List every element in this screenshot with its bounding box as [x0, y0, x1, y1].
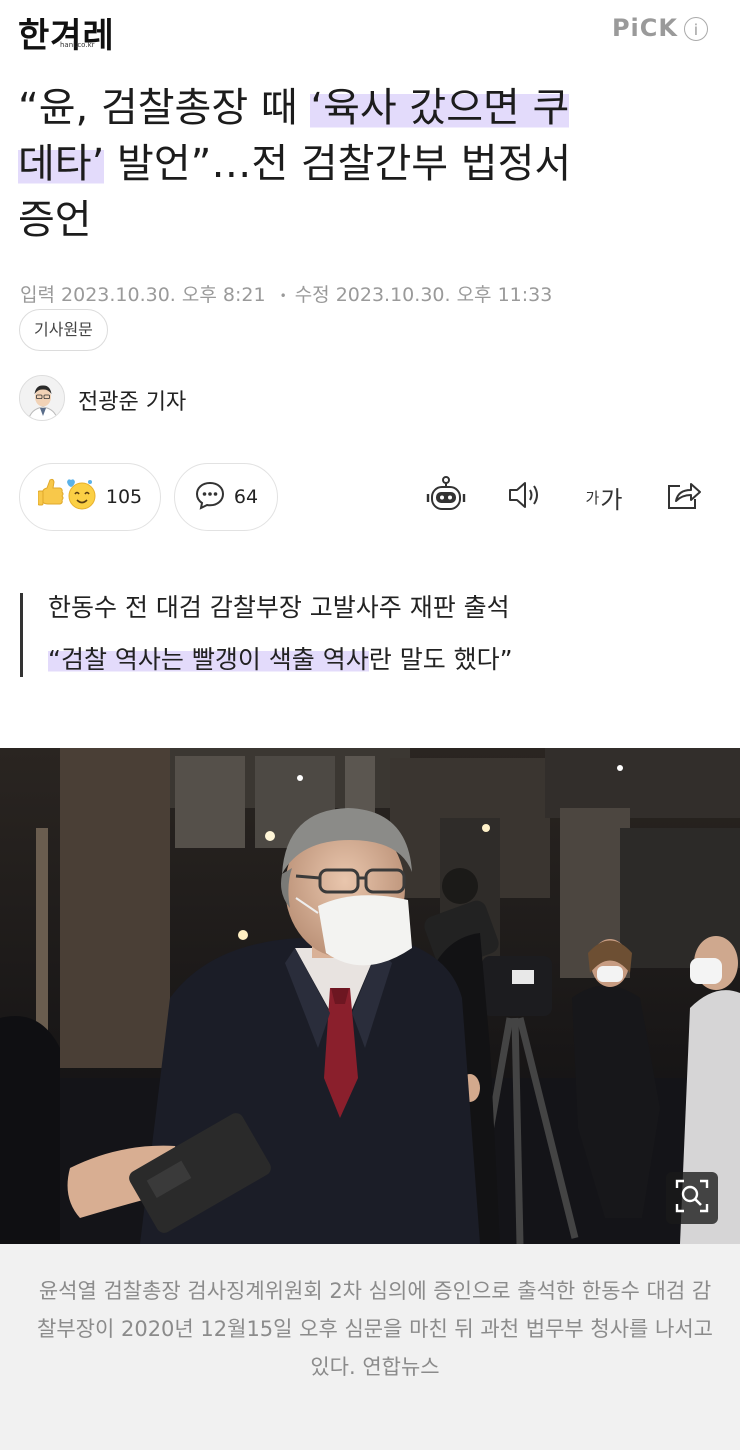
- zoom-photo-button[interactable]: [666, 1172, 718, 1224]
- hankyoreh-logo[interactable]: 한겨레: [18, 8, 115, 57]
- reaction-count: 105: [105, 486, 143, 508]
- comment-icon: [194, 480, 226, 515]
- share-button[interactable]: [662, 475, 706, 519]
- article-title: “윤, 검찰총장 때 ‘육사 갔으면 쿠 데타’ 발언”…전 검찰간부 법정서 …: [18, 80, 718, 248]
- comment-button[interactable]: 64: [174, 463, 278, 531]
- title-line-3: 증언: [18, 197, 92, 243]
- original-article-button[interactable]: 기사원문: [19, 309, 108, 351]
- reporter-name[interactable]: 전광준 기자: [78, 384, 186, 416]
- info-icon[interactable]: i: [684, 17, 708, 41]
- reaction-button[interactable]: 105: [19, 463, 161, 531]
- summary-bot-icon: [425, 474, 467, 520]
- zoom-icon: [674, 1178, 710, 1218]
- reaction-emoji-icon: [37, 477, 98, 518]
- article-timestamps: 입력 2023.10.30. 오후 8:21 • 수정 2023.10.30. 오…: [20, 280, 552, 307]
- subtitle-line-2: “검찰 역사는 빨갱이 색출 역사란 말도 했다”: [48, 645, 513, 674]
- comment-count: 64: [233, 486, 259, 508]
- modified-time: 2023.10.30. 오후 11:33: [335, 284, 553, 306]
- speaker-icon: [505, 478, 545, 516]
- text-to-speech-button[interactable]: [503, 475, 547, 519]
- font-size-button[interactable]: 가가: [580, 475, 628, 519]
- title-line-1: “윤, 검찰총장 때 ‘육사 갔으면 쿠: [18, 85, 570, 131]
- reporter-avatar[interactable]: [19, 375, 65, 421]
- share-icon: [664, 477, 704, 517]
- subtitle-bar: [20, 593, 23, 677]
- title-line-2: 데타’ 발언”…전 검찰간부 법정서: [18, 141, 572, 187]
- summary-bot-button[interactable]: [424, 475, 468, 519]
- input-time: 2023.10.30. 오후 8:21: [61, 284, 266, 306]
- font-size-large-label: 가: [600, 485, 623, 514]
- modified-label: 수정: [294, 284, 330, 306]
- article-photo[interactable]: [0, 748, 740, 1244]
- meta-separator: •: [279, 288, 287, 303]
- input-label: 입력: [20, 284, 55, 306]
- subtitle-line-1: 한동수 전 대검 감찰부장 고발사주 재판 출석: [48, 593, 510, 622]
- logo-domain: hani.co.kr: [60, 41, 95, 49]
- photo-caption: 윤석열 검찰총장 검사징계위원회 2차 심의에 증인으로 출석한 한동수 대검 …: [37, 1279, 713, 1379]
- font-size-small-label: 가: [585, 488, 600, 507]
- pick-badge: PiCK: [611, 14, 678, 42]
